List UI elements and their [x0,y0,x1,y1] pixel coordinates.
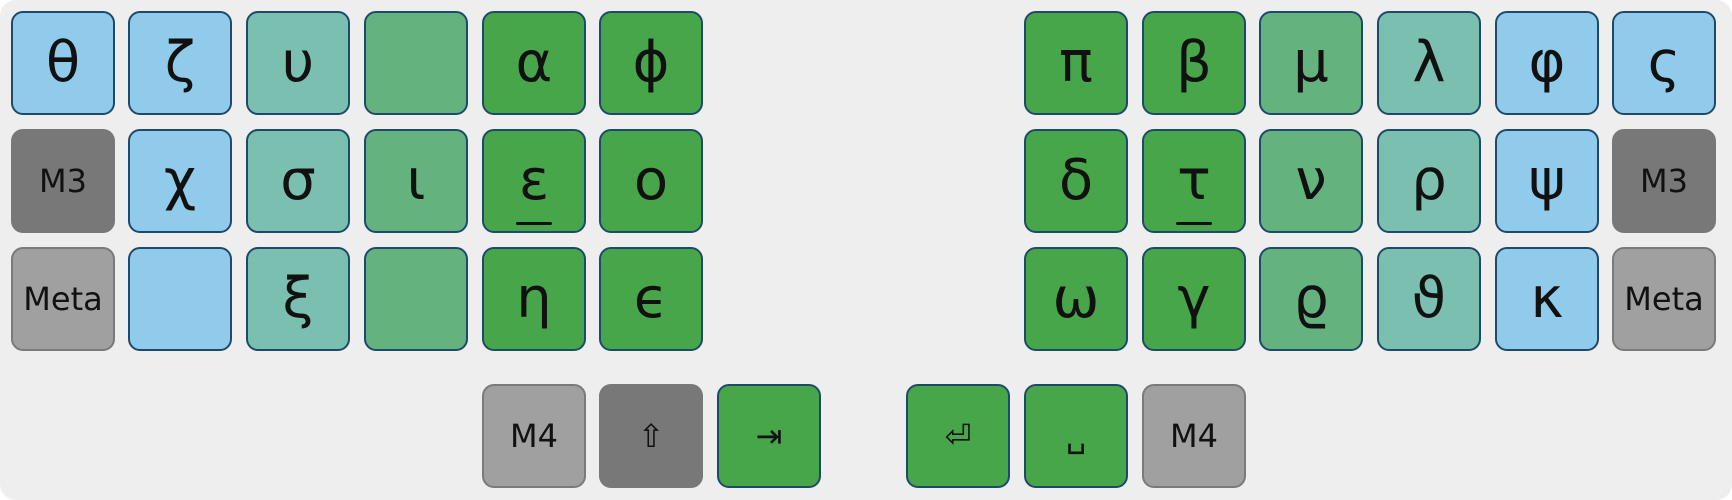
key-enter: ⏎ [906,384,1010,488]
shift-icon: ⇧ [637,417,665,455]
key-label: φ [1528,30,1566,95]
key-blank [128,247,232,351]
key-rho-variant: ϱ [1259,247,1363,351]
key-label: M4 [510,417,558,455]
key-tab: ⇥ [717,384,821,488]
key-shift: ⇧ [599,384,703,488]
key-label: η [516,266,552,331]
key-label: ϕ [632,30,670,95]
enter-icon: ⏎ [944,417,972,455]
key-upsilon: υ [246,11,350,115]
key-omicron: ο [599,129,703,233]
key-beta: β [1142,11,1246,115]
key-theta-variant: ϑ [1377,247,1481,351]
key-label: M3 [1640,162,1688,200]
key-label: υ [281,30,315,95]
key-lambda: λ [1377,11,1481,115]
key-xi: ξ [246,247,350,351]
key-label: δ [1058,148,1094,213]
key-label: ψ [1528,148,1566,213]
key-delta: δ [1024,129,1128,233]
key-label: ς [1647,30,1681,95]
key-label: ζ [164,30,196,95]
key-m3-left: M3 [11,129,115,233]
key-chi: χ [128,129,232,233]
key-meta-left: Meta [11,247,115,351]
key-label: χ [163,148,197,213]
key-label: Meta [23,280,103,318]
key-sigma: σ [246,129,350,233]
key-m4-left: M4 [482,384,586,488]
key-label: π [1059,30,1093,95]
key-label: M4 [1170,417,1218,455]
key-label: μ [1293,30,1329,95]
key-m3-right: M3 [1612,129,1716,233]
key-gamma: γ [1142,247,1246,351]
key-label: γ [1177,266,1211,331]
key-label: θ [45,30,81,95]
key-rho: ρ [1377,129,1481,233]
key-theta: θ [11,11,115,115]
key-label: ξ [282,266,314,331]
key-phi: ϕ [599,11,703,115]
key-label: λ [1412,30,1446,95]
key-kappa: κ [1495,247,1599,351]
key-blank [364,247,468,351]
space-icon: ␣ [1065,417,1087,455]
key-iota: ι [364,129,468,233]
key-eta: η [482,247,586,351]
key-label: ν [1295,148,1327,213]
key-blank [364,11,468,115]
key-tau-homing: τ [1142,129,1246,233]
key-phi-variant: φ [1495,11,1599,115]
key-label: τ [1177,148,1211,213]
key-meta-right: Meta [1612,247,1716,351]
key-omega: ω [1024,247,1128,351]
key-lunate-epsilon: ϵ [599,247,703,351]
key-final-sigma: ς [1612,11,1716,115]
key-label: α [515,30,553,95]
key-pi: π [1024,11,1128,115]
key-m4-right: M4 [1142,384,1246,488]
key-label: ε [518,148,550,213]
key-label: ω [1052,266,1100,331]
keyboard-layout-diagram: θ ζ υ α ϕ M3 χ σ ι ε ο Meta ξ η ϵ π β μ … [0,0,1732,500]
key-zeta: ζ [128,11,232,115]
key-nu: ν [1259,129,1363,233]
key-label: σ [280,148,316,213]
key-mu: μ [1259,11,1363,115]
key-label: ρ [1411,148,1447,213]
key-label: β [1176,30,1212,95]
key-label: ο [633,148,669,213]
key-label: ϱ [1293,266,1329,331]
key-epsilon-homing: ε [482,129,586,233]
key-label: ϑ [1411,266,1447,331]
key-label: κ [1530,266,1564,331]
key-label: ϵ [633,266,669,331]
key-space: ␣ [1024,384,1128,488]
key-label: ι [406,148,426,213]
key-label: Meta [1624,280,1704,318]
key-alpha: α [482,11,586,115]
key-label: M3 [39,162,87,200]
key-psi: ψ [1495,129,1599,233]
tab-icon: ⇥ [755,417,783,455]
